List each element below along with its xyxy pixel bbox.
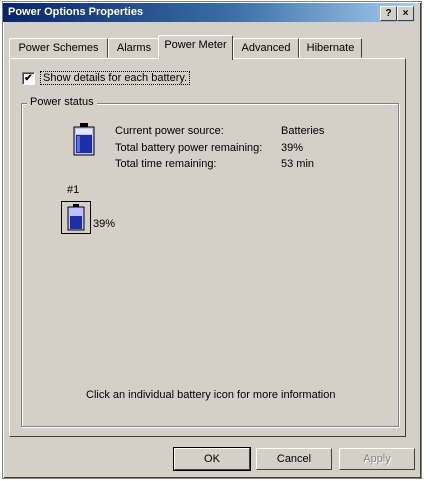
apply-button[interactable]: Apply bbox=[339, 448, 415, 470]
close-button[interactable]: × bbox=[397, 6, 414, 21]
current-power-source-value: Batteries bbox=[281, 125, 325, 137]
battery-1-percent: 39% bbox=[93, 218, 116, 230]
checkbox-mark[interactable]: ✔ bbox=[22, 71, 35, 85]
cancel-button[interactable]: Cancel bbox=[256, 448, 332, 470]
power-status-title: Power status bbox=[27, 96, 97, 108]
battery-1-fill bbox=[70, 216, 82, 229]
total-battery-remaining-label: Total battery power remaining: bbox=[115, 142, 263, 154]
total-time-remaining-label: Total time remaining: bbox=[115, 158, 217, 170]
total-time-remaining-value: 53 min bbox=[281, 158, 315, 170]
title-bar[interactable]: Power Options Properties ? × bbox=[3, 3, 415, 22]
total-battery-remaining-value: 39% bbox=[281, 142, 304, 154]
tab-hibernate[interactable]: Hibernate bbox=[299, 38, 362, 58]
show-details-label[interactable]: Show details for each battery. bbox=[40, 71, 191, 85]
tab-power-meter[interactable]: Power Meter bbox=[158, 35, 233, 60]
battery-hint-text: Click an individual battery icon for mor… bbox=[86, 389, 336, 401]
ok-button[interactable]: OK bbox=[173, 447, 251, 471]
battery-1-button[interactable] bbox=[61, 201, 91, 234]
tab-alarms[interactable]: Alarms bbox=[108, 38, 160, 58]
battery-status-icon bbox=[73, 123, 95, 156]
window-title: Power Options Properties bbox=[8, 6, 144, 18]
battery-1-icon[interactable] bbox=[62, 202, 90, 233]
help-button[interactable]: ? bbox=[380, 6, 397, 21]
current-power-source-label: Current power source: bbox=[115, 125, 224, 137]
tab-advanced[interactable]: Advanced bbox=[233, 38, 299, 58]
show-details-checkbox[interactable]: ✔ Show details for each battery. bbox=[22, 71, 191, 85]
battery-number-label: #1 bbox=[67, 184, 80, 196]
tab-power-schemes[interactable]: Power Schemes bbox=[9, 38, 108, 58]
